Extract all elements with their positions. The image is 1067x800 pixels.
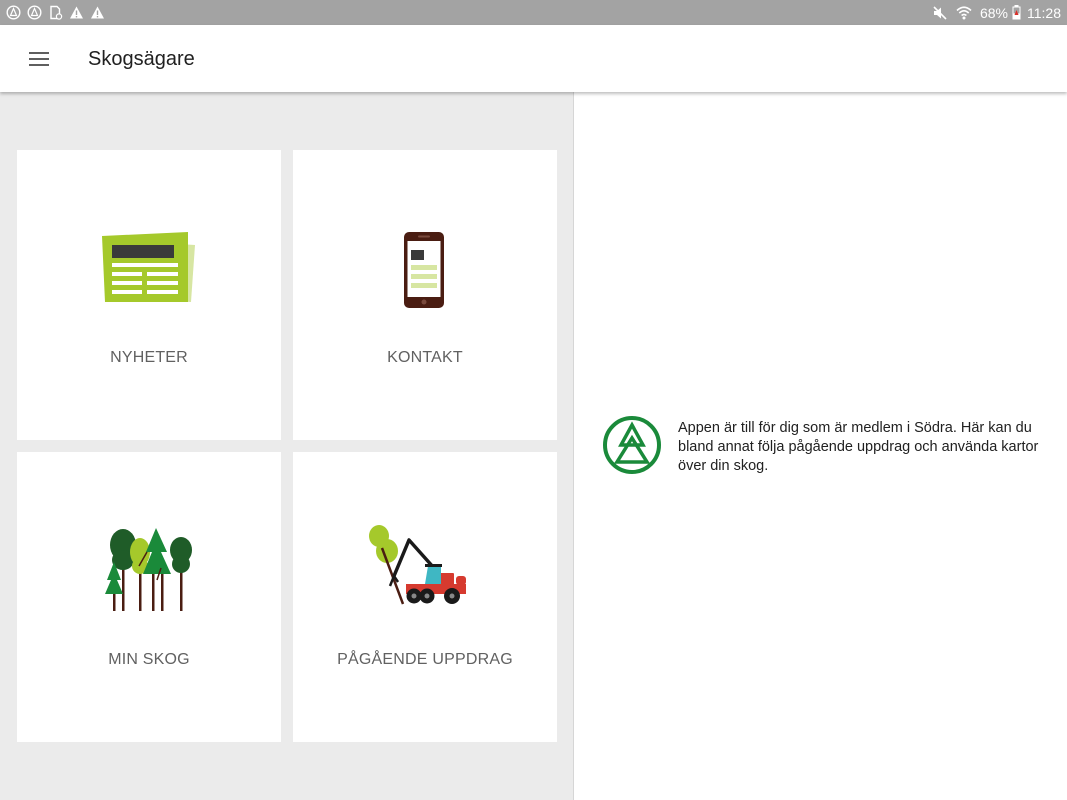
tile-pagaende-uppdrag[interactable]: PÅGÅENDE UPPDRAG: [293, 452, 557, 742]
forest-harvester-icon: [369, 525, 466, 605]
document-icon: [50, 5, 63, 20]
phone-icon: [404, 232, 444, 308]
sodra-logo-icon: [603, 416, 661, 474]
status-notifications: [6, 5, 105, 20]
wifi-icon: [956, 5, 972, 19]
tile-kontakt[interactable]: KONTAKT: [293, 150, 557, 440]
battery-icon: [1012, 5, 1021, 20]
warning-icon: [91, 6, 104, 19]
notification-icon: [27, 5, 42, 20]
tile-label: MIN SKOG: [108, 651, 190, 668]
battery-percent: 68%: [979, 4, 1008, 21]
tile-nyheter[interactable]: NYHETER: [17, 150, 281, 440]
menu-panel: NYHETER KONTAKT MIN SKOG PÅGÅENDE UPPDRA…: [0, 92, 573, 800]
clock: 11:28: [1027, 4, 1061, 21]
mute-icon: [933, 5, 947, 20]
app-bar: Skogsägare: [0, 25, 1067, 92]
status-bar: 68% 11:28: [0, 0, 1067, 25]
hamburger-menu-icon[interactable]: [26, 46, 52, 72]
tile-label: PÅGÅENDE UPPDRAG: [337, 651, 513, 668]
tile-min-skog[interactable]: MIN SKOG: [17, 452, 281, 742]
detail-panel: Appen är till för dig som är medlem i Sö…: [574, 92, 1067, 800]
status-system: 68% 11:28: [932, 4, 1061, 21]
newspaper-icon: [102, 232, 195, 302]
tile-label: NYHETER: [110, 349, 188, 366]
page-title: Skogsägare: [88, 48, 195, 70]
warning-icon: [70, 6, 83, 19]
info-text: Appen är till för dig som är medlem i Sö…: [678, 420, 1039, 474]
tile-label: KONTAKT: [387, 349, 463, 366]
notification-icon: [6, 5, 21, 20]
forest-icon: [105, 528, 192, 611]
